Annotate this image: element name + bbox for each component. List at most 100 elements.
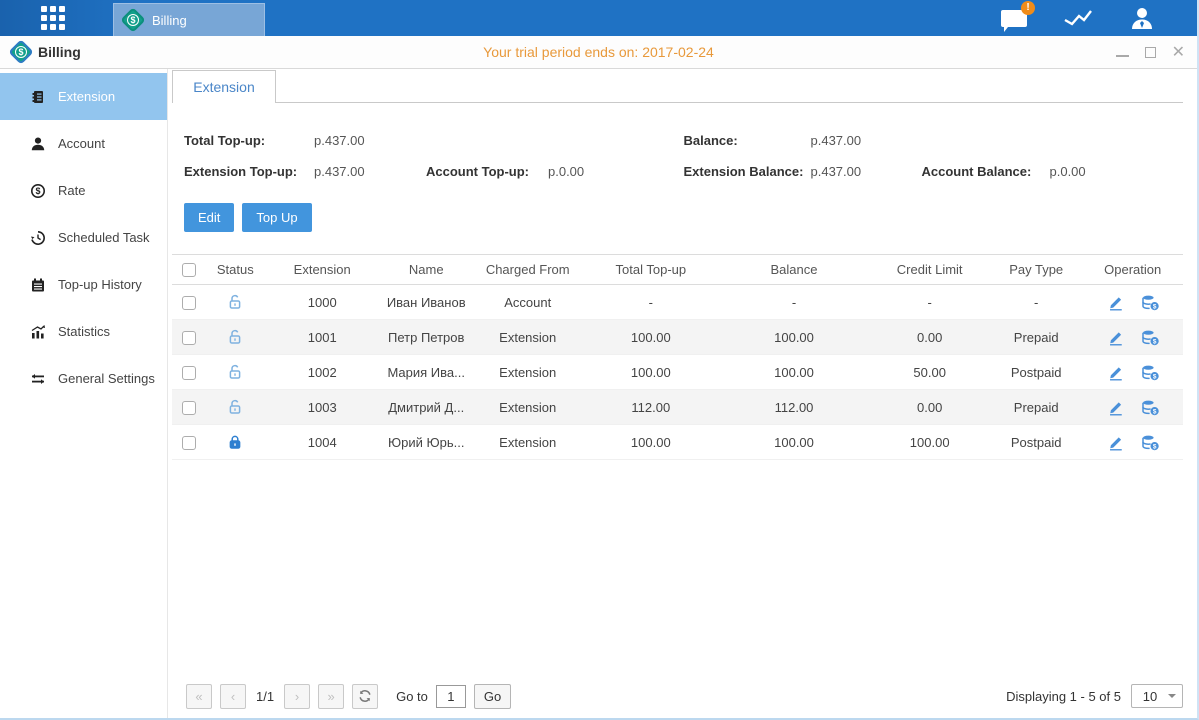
- header-status: Status: [206, 255, 264, 285]
- tab-extension[interactable]: Extension: [172, 70, 276, 103]
- header-balance: Balance: [719, 255, 870, 285]
- edit-row-icon[interactable]: [1107, 364, 1125, 381]
- app-grid-icon[interactable]: [41, 6, 65, 30]
- table-row: 1001 Петр Петров Extension 100.00 100.00…: [172, 320, 1183, 355]
- page-size-select[interactable]: 10: [1131, 684, 1183, 708]
- header-name: Name: [380, 255, 472, 285]
- extension-balance-label: Extension Balance:: [684, 164, 811, 179]
- prev-page-button[interactable]: ‹: [220, 684, 246, 709]
- svg-text:$: $: [1153, 443, 1157, 450]
- top-up-row-icon[interactable]: $: [1141, 364, 1159, 381]
- ledger-icon: [30, 89, 46, 105]
- table-header-row: Status Extension Name Charged From Total…: [172, 255, 1183, 285]
- sidebar-item-account[interactable]: Account: [0, 120, 167, 167]
- chevron-down-icon: [1168, 694, 1176, 702]
- sliders-icon: [30, 371, 46, 387]
- person-icon: [30, 136, 46, 152]
- svg-text:$: $: [1153, 408, 1157, 415]
- row-checkbox[interactable]: [182, 366, 196, 380]
- header-operation: Operation: [1082, 255, 1183, 285]
- extension-table: Status Extension Name Charged From Total…: [172, 254, 1183, 460]
- first-page-button[interactable]: «: [186, 684, 212, 709]
- pagination-bar: « ‹ 1/1 › » Go to Go Displaying: [186, 682, 1183, 710]
- sidebar: Extension Account $ Rate: [0, 69, 168, 718]
- notification-badge: !: [1021, 1, 1035, 15]
- row-checkbox[interactable]: [182, 296, 196, 310]
- sidebar-item-rate[interactable]: $ Rate: [0, 167, 167, 214]
- minimize-button[interactable]: [1116, 55, 1129, 57]
- sidebar-item-label: Scheduled Task: [58, 230, 150, 245]
- header-credit-limit: Credit Limit: [869, 255, 990, 285]
- main-content: Extension Total Top-up: p.437.00 Extensi…: [168, 69, 1197, 718]
- refresh-icon: [358, 689, 372, 703]
- top-up-row-icon[interactable]: $: [1141, 329, 1159, 346]
- row-checkbox[interactable]: [182, 401, 196, 415]
- billing-app-tab-label: Billing: [152, 13, 187, 28]
- top-up-row-icon[interactable]: $: [1141, 434, 1159, 451]
- resource-monitor-icon[interactable]: [1063, 5, 1093, 31]
- sidebar-item-topup-history[interactable]: Top-up History: [0, 261, 167, 308]
- account-topup-value: p.0.00: [548, 164, 584, 179]
- goto-page-input[interactable]: [436, 685, 466, 708]
- svg-text:$: $: [1153, 338, 1157, 345]
- svg-text:$: $: [1153, 373, 1157, 380]
- next-page-button[interactable]: ›: [284, 684, 310, 709]
- header-extension: Extension: [264, 255, 380, 285]
- sidebar-item-label: General Settings: [58, 371, 155, 386]
- edit-row-icon[interactable]: [1107, 294, 1125, 311]
- calendar-icon: [30, 277, 46, 293]
- go-button[interactable]: Go: [474, 684, 511, 709]
- notifications-icon[interactable]: !: [999, 5, 1029, 31]
- extension-topup-label: Extension Top-up:: [184, 164, 314, 179]
- sidebar-item-general-settings[interactable]: General Settings: [0, 355, 167, 402]
- billing-diamond-icon: $: [124, 11, 142, 29]
- top-up-row-icon[interactable]: $: [1141, 399, 1159, 416]
- maximize-button[interactable]: [1145, 47, 1156, 58]
- sidebar-item-extension[interactable]: Extension: [0, 73, 167, 120]
- line-chart-icon: [1063, 7, 1093, 29]
- header-pay-type: Pay Type: [990, 255, 1082, 285]
- clock-history-icon: [30, 230, 46, 246]
- balance-summary: Total Top-up: p.437.00 Extension Top-up:…: [172, 103, 1183, 189]
- lock-open-icon: [227, 399, 243, 415]
- top-bar: $ Billing !: [0, 0, 1197, 36]
- row-checkbox[interactable]: [182, 436, 196, 450]
- close-button[interactable]: ✕: [1172, 45, 1185, 61]
- edit-row-icon[interactable]: [1107, 434, 1125, 451]
- tab-bar: Extension: [172, 69, 1183, 103]
- sidebar-item-label: Statistics: [58, 324, 110, 339]
- user-account-icon[interactable]: [1127, 5, 1157, 31]
- user-icon: [1129, 5, 1155, 31]
- sidebar-item-statistics[interactable]: Statistics: [0, 308, 167, 355]
- displaying-text: Displaying 1 - 5 of 5: [1006, 689, 1121, 704]
- edit-row-icon[interactable]: [1107, 399, 1125, 416]
- lock-closed-icon: [227, 434, 243, 450]
- svg-text:$: $: [1153, 303, 1157, 310]
- refresh-button[interactable]: [352, 684, 378, 709]
- sidebar-item-scheduled-task[interactable]: Scheduled Task: [0, 214, 167, 261]
- top-up-button[interactable]: Top Up: [242, 203, 311, 232]
- top-up-row-icon[interactable]: $: [1141, 294, 1159, 311]
- row-checkbox[interactable]: [182, 331, 196, 345]
- extension-balance-value: p.437.00: [811, 164, 922, 179]
- billing-window-icon: $: [12, 43, 30, 61]
- window-title-bar: $ Billing Your trial period ends on: 201…: [0, 36, 1197, 69]
- account-topup-label: Account Top-up:: [426, 164, 548, 179]
- last-page-button[interactable]: »: [318, 684, 344, 709]
- dollar-coin-icon: $: [30, 183, 46, 199]
- statistics-chart-icon: [30, 324, 46, 340]
- sidebar-item-label: Top-up History: [58, 277, 142, 292]
- select-all-checkbox[interactable]: [182, 263, 196, 277]
- billing-app-tab[interactable]: $ Billing: [113, 3, 265, 36]
- edit-row-icon[interactable]: [1107, 329, 1125, 346]
- total-topup-label: Total Top-up:: [184, 133, 314, 148]
- svg-text:$: $: [35, 186, 40, 196]
- edit-button[interactable]: Edit: [184, 203, 234, 232]
- page-indicator: 1/1: [256, 689, 274, 704]
- table-row: 1000 Иван Иванов Account - - - -: [172, 285, 1183, 320]
- balance-label: Balance:: [684, 133, 811, 148]
- sidebar-item-label: Extension: [58, 89, 115, 104]
- table-body: 1000 Иван Иванов Account - - - -: [172, 285, 1183, 460]
- goto-label: Go to: [396, 689, 428, 704]
- page-size-value: 10: [1132, 689, 1168, 704]
